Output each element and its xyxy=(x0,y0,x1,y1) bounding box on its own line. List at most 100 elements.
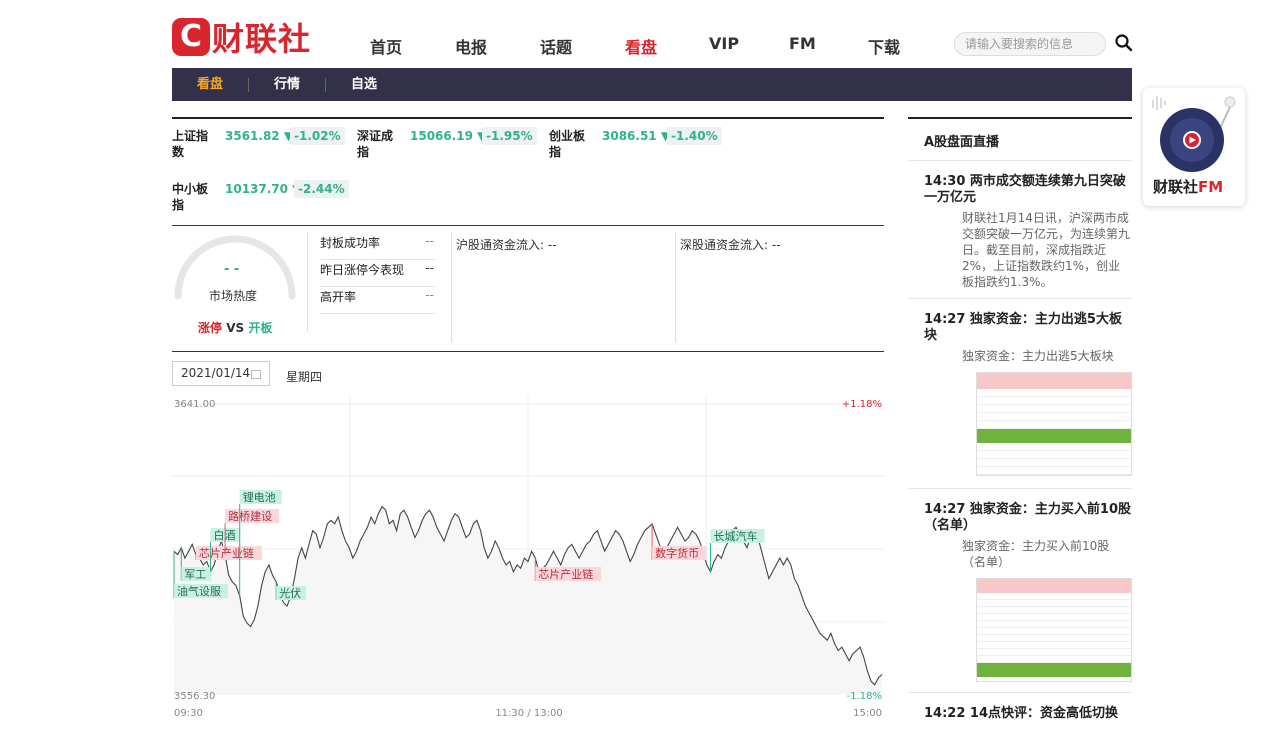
index-name: 创业板指 xyxy=(549,129,586,159)
stat-value: -- xyxy=(425,288,434,302)
intraday-chart: 油气设服 军工 芯片产业链 白酒 路桥建设 锂电池光伏 芯片产业链 数字货币 长城汽车 3641.… xyxy=(172,396,884,720)
event-tag-label: 芯片产业链 xyxy=(199,546,254,560)
x-tick-label: 11:30 / 13:00 xyxy=(495,708,562,719)
search-icon[interactable] xyxy=(1114,33,1134,53)
divider xyxy=(172,351,884,352)
news-time: 14:22 xyxy=(924,706,966,721)
event-tag-label: 白酒 xyxy=(213,528,235,542)
event-tag-label: 长城汽车 xyxy=(713,529,757,543)
x-tick-label: 15:00 xyxy=(853,708,882,719)
vs-mid: VS xyxy=(222,321,249,335)
event-tag-label: 芯片产业链 xyxy=(538,567,593,581)
thumb-footer xyxy=(977,663,1131,677)
news-title: 14:27 独家资金：主力出逃5大板块 xyxy=(924,312,1132,344)
divider xyxy=(307,232,308,332)
news-title: 14:30 两市成交额连续第九日突破一万亿元 xyxy=(924,174,1132,206)
fm-player-card[interactable]: 财联社FM xyxy=(1143,88,1245,206)
news-thumbnail[interactable] xyxy=(976,578,1132,682)
index-value: 10137.70 ▼ xyxy=(225,182,302,196)
nav-item[interactable]: 话题 xyxy=(540,34,572,58)
news-item[interactable]: 14:30 两市成交额连续第九日突破一万亿元 财联社1月14日讯，沪深两市成交额… xyxy=(908,160,1132,298)
nav-item[interactable]: 首页 xyxy=(370,34,402,58)
index-value: 15066.19 ▼ xyxy=(410,129,487,143)
index-name: 深证成指 xyxy=(357,129,394,159)
sz-connect-inflow: 深股通资金流入: -- xyxy=(680,238,781,252)
index-value: 3086.51 ▼ xyxy=(602,129,671,143)
heat-label: 市场热度 xyxy=(209,289,258,303)
index-change-pct: -1.95% xyxy=(482,127,537,145)
calendar-icon xyxy=(251,370,261,379)
event-tag-label: 数字货币 xyxy=(655,546,699,560)
fm-label-text: 财联社 xyxy=(1153,178,1199,196)
fm-suffix: FM xyxy=(1198,178,1224,196)
site-logo[interactable]: C 财联社 xyxy=(172,14,311,60)
nav-item[interactable]: 看盘 xyxy=(625,34,657,58)
thumb-table xyxy=(977,443,1131,475)
x-tick-label: 09:30 xyxy=(174,708,203,719)
index-name: 上证指数 xyxy=(172,129,209,159)
stat-label: 高开率 xyxy=(320,290,357,304)
event-tag-label: 军工 xyxy=(184,568,206,581)
limit-vs-open: 涨停 VS 开板 xyxy=(198,319,272,336)
news-item[interactable]: 14:27 独家资金：主力买入前10股（名单） 独家资金：主力买入前10股（名单… xyxy=(908,488,1132,692)
nav-item[interactable]: VIP xyxy=(709,34,739,53)
thumb-subheader xyxy=(977,429,1131,443)
stat-row: 封板成功率 -- xyxy=(320,234,436,260)
site-header: C 财联社 首页 电报 话题 看盘 VIP FM 下载 请输入要搜索的信息 xyxy=(172,12,1134,68)
stat-value: -- xyxy=(425,234,434,248)
stat-row: 高开率 -- xyxy=(320,288,436,314)
nav-item[interactable]: 下载 xyxy=(868,34,900,58)
divider xyxy=(451,232,452,342)
logo-text: 财联社 xyxy=(212,20,312,58)
index-change-pct: -2.44% xyxy=(294,180,349,198)
thumb-header xyxy=(977,579,1131,593)
news-body: 独家资金：主力出逃5大板块 xyxy=(962,349,1114,363)
thumb-table xyxy=(977,389,1131,429)
pct-max-label: +1.18% xyxy=(842,399,882,410)
news-body: 财联社1月14日讯，沪深两市成交额突破一万亿元，为连续第九日。截至目前，深成指跌… xyxy=(962,211,1131,289)
date-value: 2021/01/14 xyxy=(181,366,251,380)
stat-label: 昨日涨停今表现 xyxy=(320,263,405,277)
subnav-item[interactable]: 自选 xyxy=(326,77,402,92)
news-item[interactable]: 14:22 14点快评：资金高低切换 xyxy=(908,692,1132,732)
news-item[interactable]: 14:27 独家资金：主力出逃5大板块 独家资金：主力出逃5大板块 xyxy=(908,298,1132,488)
index-name: 中小板指 xyxy=(172,182,209,212)
pct-min-label: -1.18% xyxy=(847,691,882,702)
divider xyxy=(172,117,884,119)
fm-player-icon xyxy=(1152,96,1236,172)
vs-right: 开板 xyxy=(248,321,273,335)
nav-item[interactable]: FM xyxy=(789,34,816,53)
fm-label: 财联社FM xyxy=(1153,176,1223,197)
stat-value: -- xyxy=(425,261,434,275)
news-body: 独家资金：主力买入前10股（名单） xyxy=(962,539,1110,569)
subnav-item[interactable]: 看盘 xyxy=(172,77,250,92)
news-title: 14:27 独家资金：主力买入前10股（名单） xyxy=(924,502,1132,534)
sh-connect-inflow: 沪股通资金流入: -- xyxy=(456,238,557,252)
news-thumbnail[interactable] xyxy=(976,372,1132,476)
intraday-chart-svg: 油气设服 军工 芯片产业链 白酒 路桥建设 锂电池光伏 芯片产业链 数字货币长城汽车 3641.… xyxy=(172,396,884,719)
stat-row: 昨日涨停今表现 -- xyxy=(320,261,436,287)
divider xyxy=(675,232,676,342)
logo-mark: C xyxy=(172,18,210,56)
event-tag-label: 油气设服 xyxy=(177,584,221,598)
event-tag-label: 锂电池 xyxy=(243,490,276,504)
search-input[interactable]: 请输入要搜索的信息 xyxy=(954,32,1106,56)
weekday: 星期四 xyxy=(286,370,323,384)
divider xyxy=(908,117,1132,119)
news-time: 14:27 xyxy=(924,312,966,327)
event-tag-label: 光伏 xyxy=(279,586,301,600)
y-max-label: 3641.00 xyxy=(174,399,215,410)
event-tag-label: 路桥建设 xyxy=(228,509,272,523)
vs-left: 涨停 xyxy=(198,321,223,335)
news-section-title: A股盘面直播 xyxy=(924,135,1000,150)
divider xyxy=(172,225,884,226)
news-title-text: 14点快评：资金高低切换 xyxy=(969,706,1119,721)
news-time: 14:27 xyxy=(924,502,966,517)
subnav-item[interactable]: 行情 xyxy=(249,77,327,92)
thumb-table xyxy=(977,593,1131,663)
nav-item[interactable]: 电报 xyxy=(455,34,487,58)
stat-label: 封板成功率 xyxy=(320,236,381,250)
date-picker[interactable]: 2021/01/14 xyxy=(172,361,270,386)
index-change-pct: -1.40% xyxy=(667,127,722,145)
news-time: 14:30 xyxy=(924,174,966,189)
